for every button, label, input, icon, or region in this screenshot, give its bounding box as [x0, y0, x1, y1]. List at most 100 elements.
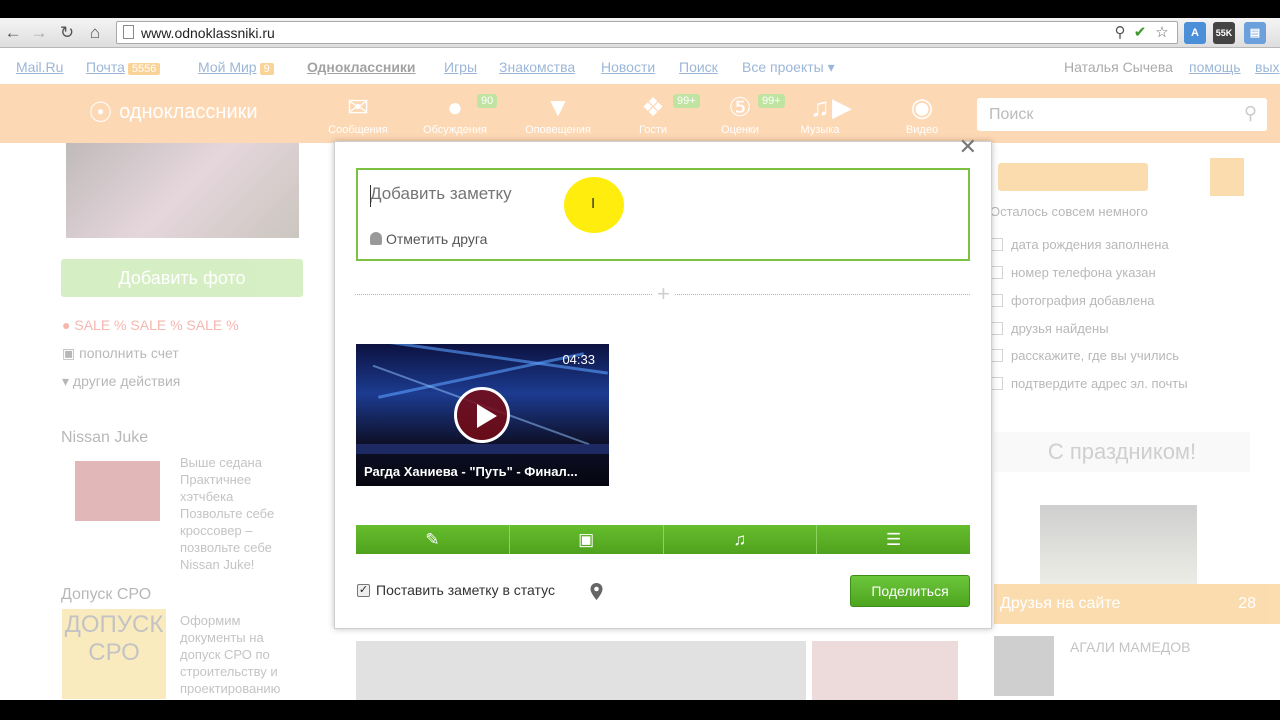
site-search-input[interactable]: Поиск ⚲: [977, 98, 1267, 131]
step-6[interactable]: подтвердите адрес эл. почты: [990, 376, 1188, 391]
bell-icon: ▼: [545, 92, 571, 122]
reload-icon[interactable]: ↻: [56, 22, 78, 44]
link-mail[interactable]: Почта 5556: [86, 59, 161, 75]
step-5[interactable]: расскажите, где вы учились: [990, 348, 1179, 363]
extension-icon[interactable]: 55K: [1213, 22, 1235, 44]
guests-badge: 99+: [673, 94, 700, 108]
music-icon[interactable]: ♫: [663, 525, 818, 554]
nav-music-label: Музыка: [800, 124, 840, 136]
text-caret: [370, 185, 371, 207]
forward-icon[interactable]: →: [28, 22, 50, 44]
sale-link[interactable]: ● SALE % SALE % SALE %: [62, 317, 239, 333]
feed-image[interactable]: [356, 641, 806, 700]
other-actions-label: другие действия: [72, 373, 181, 389]
other-actions-link[interactable]: ▾ другие действия: [62, 373, 180, 390]
top-letterbox: [0, 0, 1280, 18]
share-button[interactable]: Поделиться: [850, 575, 970, 607]
video-attachment[interactable]: 04:33 Рагда Ханиева - "Путь" - Финал...: [356, 344, 609, 486]
link-mailru[interactable]: Mail.Ru: [16, 59, 63, 75]
link-myworld[interactable]: Мой Мир 9: [198, 59, 274, 75]
link-myworld-label: Мой Мир: [198, 59, 257, 75]
holiday-banner[interactable]: С праздником!: [994, 432, 1250, 472]
bookmark-star-icon[interactable]: ☆: [1153, 24, 1171, 42]
add-photo-button[interactable]: Добавить фото: [61, 259, 303, 297]
ok-logo-icon: ☉: [88, 96, 114, 128]
ok-logo[interactable]: ☉ одноклассники: [88, 94, 258, 130]
friends-count: 28: [1238, 595, 1256, 612]
text-cursor-icon: I: [591, 195, 596, 212]
close-icon[interactable]: ✕: [959, 136, 977, 158]
nav-discussions[interactable]: ● Обсуждения 90: [415, 92, 498, 136]
camera-icon[interactable]: ▣: [509, 525, 664, 554]
step-6-label: подтвердите адрес эл. почты: [1011, 376, 1188, 391]
ok-logo-text: одноклассники: [119, 100, 258, 123]
topup-link[interactable]: ▣ пополнить счет: [62, 345, 179, 362]
topup-label: пополнить счет: [79, 345, 179, 361]
link-exit[interactable]: вых: [1255, 59, 1280, 75]
address-bar[interactable]: www.odnoklassniki.ru ⚲ ✔ ☆: [116, 21, 1178, 44]
video-title: Рагда Ханиева - "Путь" - Финал...: [364, 464, 578, 479]
nav-ratings[interactable]: ⑤ Оценки 99+: [700, 92, 785, 136]
search-icon[interactable]: ⚲: [1244, 103, 1257, 124]
add-block-icon[interactable]: +: [653, 282, 674, 306]
nav-play[interactable]: ▶: [822, 92, 862, 122]
car-ad-image[interactable]: [75, 461, 160, 521]
link-games[interactable]: Игры: [444, 59, 477, 75]
home-icon[interactable]: ⌂: [84, 22, 106, 44]
url-text: www.odnoklassniki.ru: [141, 25, 275, 41]
tag-friend-link[interactable]: Отметить друга: [370, 231, 487, 247]
nav-notifications[interactable]: ▼ Оповещения: [518, 92, 598, 136]
friend-avatar[interactable]: [994, 636, 1054, 696]
feed-image-2[interactable]: [812, 641, 958, 700]
portal-top-bar: Mail.Ru Почта 5556 Мой Мир 9 Одноклассники…: [0, 49, 1280, 84]
wallet-icon: ▣: [62, 345, 80, 361]
back-icon[interactable]: ←: [2, 22, 24, 44]
step-4-label: друзья найдены: [1011, 321, 1109, 336]
nav-messages[interactable]: ✉ Сообщения: [318, 92, 398, 136]
text-icon[interactable]: ☰: [817, 525, 970, 554]
orange-promo-button[interactable]: [998, 163, 1148, 191]
profile-photo[interactable]: [66, 143, 299, 238]
ad2-title[interactable]: Допуск СРО: [61, 586, 151, 604]
envelope-icon: ✉: [347, 92, 369, 122]
person-icon: [370, 232, 382, 245]
gift-icon[interactable]: [1210, 158, 1244, 196]
extension-badge: 55K: [1215, 28, 1233, 38]
pencil-icon[interactable]: ✎: [356, 525, 510, 554]
friends-online-label: Друзья на сайте: [1000, 595, 1121, 612]
link-dating[interactable]: Знакомства: [499, 59, 575, 75]
nav-notifications-label: Оповещения: [525, 124, 591, 136]
link-all-projects-label: Все проекты: [742, 59, 824, 75]
step-4: друзья найдены: [990, 321, 1109, 336]
sro-ad-image[interactable]: ДОПУСК СРО: [62, 609, 166, 699]
attach-toolbar: ✎ ▣ ♫ ☰: [356, 525, 970, 554]
link-news[interactable]: Новости: [601, 59, 655, 75]
check-icon[interactable]: ✔: [1131, 24, 1149, 42]
play-button-icon[interactable]: [454, 387, 510, 443]
nav-guests-label: Гости: [638, 124, 668, 136]
holiday-photo[interactable]: [1040, 505, 1197, 585]
status-checkbox-row[interactable]: ✓ Поставить заметку в статус: [357, 582, 555, 598]
friends-online-header[interactable]: Друзья на сайте 28: [994, 584, 1280, 624]
zoom-icon[interactable]: ⚲: [1111, 24, 1129, 42]
step-2-label: номер телефона указан: [1011, 265, 1156, 280]
video-duration: 04:33: [562, 352, 595, 367]
nav-video[interactable]: ◉ Видео: [882, 92, 962, 136]
link-all-projects[interactable]: Все проекты ▾: [742, 59, 835, 76]
extension-icon-2[interactable]: ▤: [1244, 22, 1266, 44]
note-input[interactable]: [370, 184, 930, 204]
step-1-label: дата рождения заполнена: [1011, 237, 1169, 252]
nav-guests[interactable]: ❖ Гости 99+: [613, 92, 700, 136]
user-name[interactable]: Наталья Сычева: [1064, 59, 1173, 75]
friend-name[interactable]: АГАЛИ МАМЕДОВ: [1070, 639, 1190, 655]
step-3-label: фотография добавлена: [1011, 293, 1155, 308]
ad1-title[interactable]: Nissan Juke: [61, 429, 148, 447]
link-odnoklassniki[interactable]: Одноклассники: [307, 59, 416, 75]
status-checkbox[interactable]: ✓: [357, 583, 370, 597]
link-search[interactable]: Поиск: [679, 59, 718, 75]
discussions-badge: 90: [477, 94, 498, 108]
note-editor[interactable]: Отметить друга: [356, 168, 970, 261]
location-pin-icon[interactable]: [590, 583, 603, 600]
link-help[interactable]: помощь: [1189, 59, 1241, 75]
translate-icon[interactable]: A: [1184, 22, 1206, 44]
